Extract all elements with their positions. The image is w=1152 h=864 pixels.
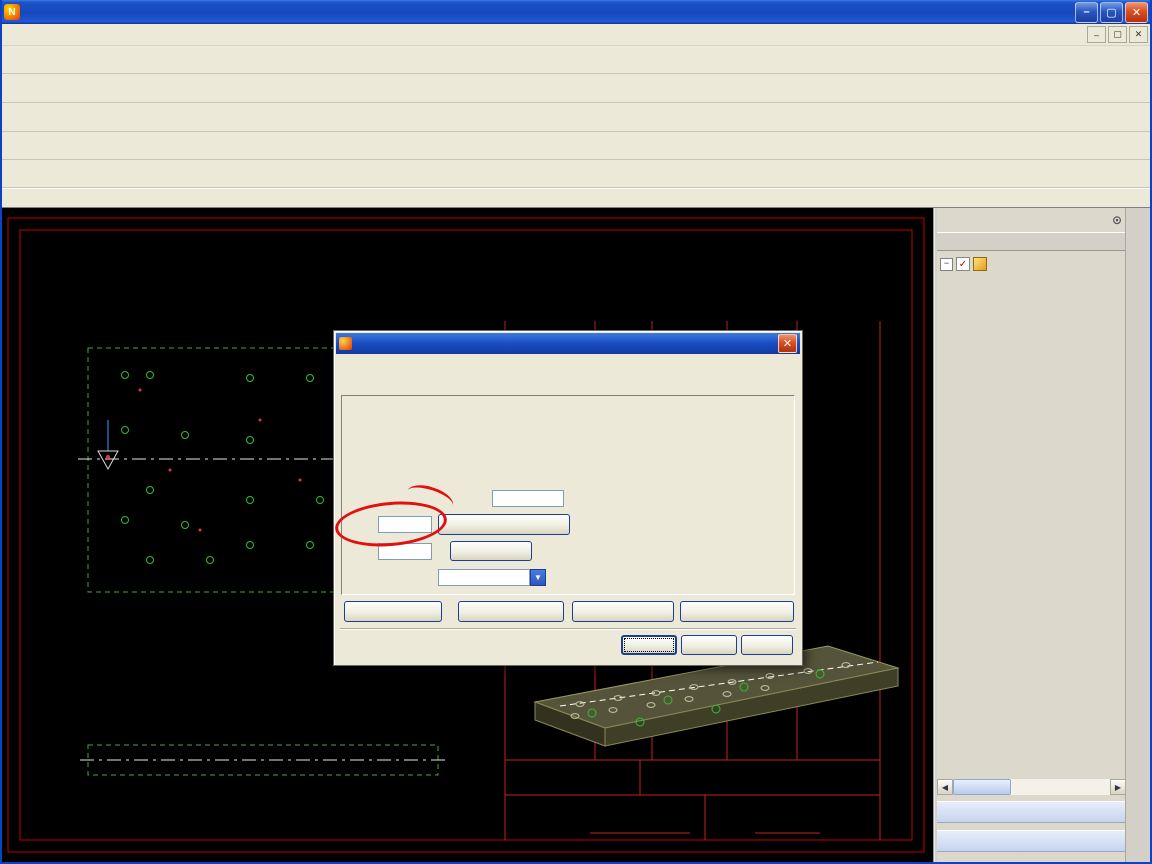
navigator-area: ⊙ − ✓ <box>937 208 1126 864</box>
toolbar-row-2 <box>0 74 1152 103</box>
parent-label <box>350 402 353 416</box>
mdi-close-button[interactable]: ✕ <box>1129 26 1148 43</box>
dependencies-panel-header[interactable] <box>937 830 1126 852</box>
mdi-window-controls: – ▢ ✕ <box>1085 26 1148 43</box>
scroll-right-icon[interactable]: ▶ <box>1110 779 1126 795</box>
dialog-content-frame: ▼ <box>341 395 795 595</box>
part-icon <box>973 257 987 271</box>
load-defaults-button[interactable] <box>572 601 674 622</box>
cancel-button[interactable] <box>741 635 793 655</box>
tree-item[interactable]: − ✓ <box>937 255 1126 273</box>
navigator-column-header[interactable] <box>937 232 1126 251</box>
dialog-icon <box>339 337 352 350</box>
toolbar-row-3 <box>0 103 1152 132</box>
scale-input[interactable] <box>378 543 432 560</box>
ok-button[interactable] <box>621 635 677 655</box>
preview-panel-header[interactable] <box>937 801 1126 823</box>
menu-bar: – ▢ ✕ <box>0 24 1152 46</box>
dialog-title-bar[interactable]: ✕ <box>336 333 800 354</box>
angle-input[interactable] <box>378 516 432 533</box>
scroll-thumb[interactable] <box>953 779 1011 795</box>
title-bar: N – ▢ ✕ <box>0 0 1152 24</box>
app-icon: N <box>4 4 20 20</box>
scroll-track[interactable] <box>953 779 1110 795</box>
tree-checkbox-icon[interactable]: ✓ <box>956 257 970 271</box>
restore-button[interactable]: ▢ <box>1100 1 1123 23</box>
tree-expand-icon[interactable]: − <box>940 257 953 271</box>
inherit-button[interactable] <box>344 601 442 622</box>
dialog-separator <box>340 628 796 630</box>
toolbar-row-1 <box>0 46 1152 74</box>
chevron-down-icon[interactable]: ▼ <box>530 569 546 586</box>
toolbar-row-4 <box>0 132 1152 160</box>
load-all-defaults-button[interactable] <box>680 601 794 622</box>
prompt-bar <box>0 188 1152 208</box>
apply-button[interactable] <box>681 635 737 655</box>
mdi-minimize-button[interactable]: – <box>1087 26 1106 43</box>
pin-icon[interactable]: ⊙ <box>1112 213 1122 227</box>
mdi-restore-button[interactable]: ▢ <box>1108 26 1127 43</box>
define-render-style-button[interactable] <box>438 514 570 535</box>
tolerance-input[interactable] <box>492 490 564 507</box>
assembly-navigator-panel: ⊙ − ✓ ◀ ▶ <box>933 208 1152 864</box>
dialog-close-icon[interactable]: ✕ <box>778 334 797 353</box>
scroll-left-icon[interactable]: ◀ <box>937 779 953 795</box>
toolbar-row-5 <box>0 160 1152 188</box>
expression-button[interactable] <box>450 541 532 561</box>
view-style-dialog: ✕ ▼ <box>333 330 803 666</box>
close-button[interactable]: ✕ <box>1125 1 1148 23</box>
extracted-edge-value <box>438 569 530 586</box>
navigator-hscrollbar[interactable]: ◀ ▶ <box>937 779 1126 795</box>
minimize-button[interactable]: – <box>1075 1 1098 23</box>
side-strip <box>1125 208 1152 864</box>
extracted-edge-dropdown[interactable]: ▼ <box>438 569 546 586</box>
reset-button[interactable] <box>458 601 564 622</box>
